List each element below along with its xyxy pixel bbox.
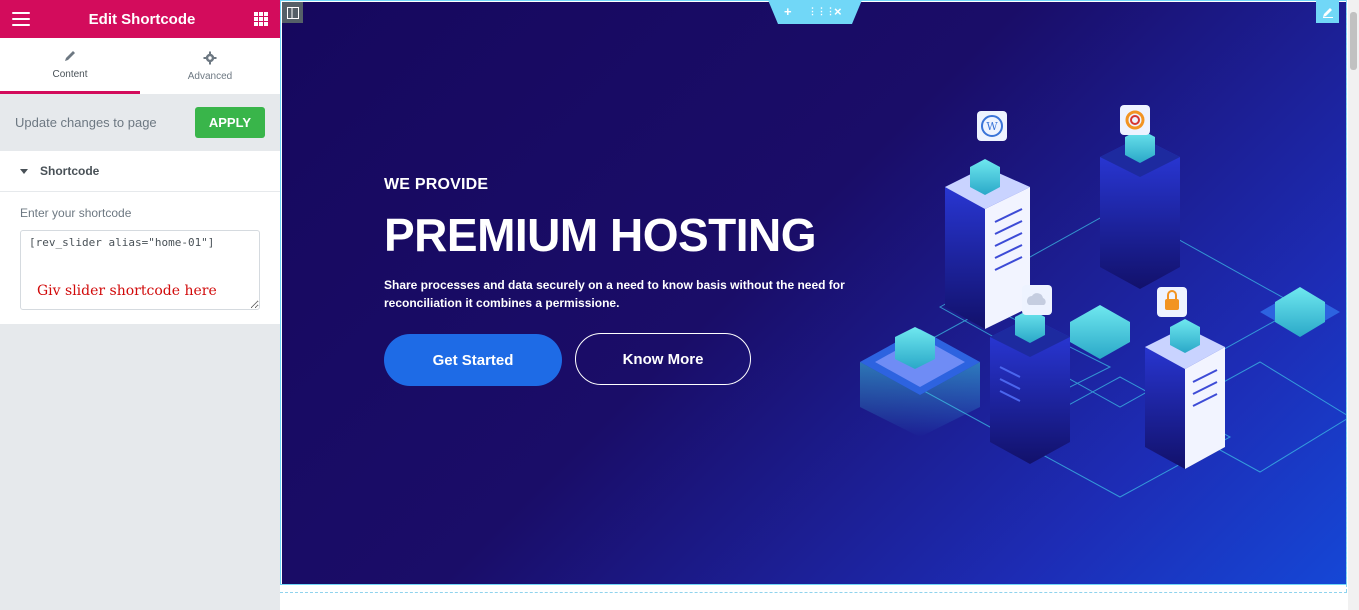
menu-icon[interactable]: [12, 12, 30, 26]
panel-header: Edit Shortcode: [0, 0, 280, 38]
pencil-icon: [1322, 8, 1333, 18]
hero-headline: PREMIUM HOSTING: [384, 209, 817, 261]
section-handle: + ⋮⋮⋮ ×: [768, 0, 862, 24]
server-tower: [1100, 105, 1180, 289]
column-icon: [286, 6, 299, 19]
hero-eyebrow: WE PROVIDE: [384, 176, 489, 193]
panel-title: Edit Shortcode: [88, 10, 196, 28]
server-tower: [1145, 287, 1225, 469]
get-started-button[interactable]: Get Started: [384, 334, 562, 386]
scrollbar[interactable]: [1348, 0, 1359, 610]
dashed-divider: [280, 592, 1347, 593]
tab-content-label: Content: [52, 69, 88, 80]
section-title: Shortcode: [40, 164, 100, 178]
panel-tabs: Content Advanced: [0, 38, 280, 94]
shortcode-control: Enter your shortcode [rev_slider alias="…: [0, 192, 280, 324]
update-text: Update changes to page: [15, 114, 157, 130]
editor-panel: Edit Shortcode Content Advanced Update c…: [0, 0, 280, 610]
shortcode-field-label: Enter your shortcode: [20, 206, 132, 220]
pencil-icon: [65, 51, 75, 61]
apply-row: Update changes to page APPLY: [0, 94, 280, 150]
section-shortcode-toggle[interactable]: Shortcode: [0, 150, 280, 192]
apply-button[interactable]: APPLY: [194, 106, 265, 138]
widgets-grid-icon[interactable]: [253, 12, 268, 26]
drag-handle-icon[interactable]: ⋮⋮⋮: [808, 6, 835, 17]
gear-icon: [203, 51, 217, 64]
dashed-divider: [1346, 0, 1347, 592]
know-more-button[interactable]: Know More: [575, 333, 751, 385]
tab-advanced[interactable]: Advanced: [140, 38, 280, 94]
scrollbar-thumb[interactable]: [1350, 12, 1357, 70]
edit-widget-button[interactable]: [1316, 1, 1339, 23]
hero-section: WE PROVIDE PREMIUM HOSTING Share process…: [282, 2, 1346, 584]
column-handle[interactable]: [282, 2, 303, 23]
annotation-note: Giv slider shortcode here: [37, 283, 217, 299]
add-section-icon[interactable]: +: [784, 4, 792, 19]
tab-content[interactable]: Content: [0, 38, 140, 94]
preview-canvas: WE PROVIDE PREMIUM HOSTING Share process…: [280, 0, 1359, 610]
close-section-icon[interactable]: ×: [834, 4, 842, 19]
hosting-servers-illustration: W: [860, 105, 1346, 498]
svg-text:W: W: [986, 120, 998, 133]
hero-description: Share processes and data securely on a n…: [384, 278, 845, 310]
caret-down-icon: [20, 168, 28, 174]
server-tower: W: [945, 111, 1030, 329]
tab-advanced-label: Advanced: [187, 70, 233, 82]
